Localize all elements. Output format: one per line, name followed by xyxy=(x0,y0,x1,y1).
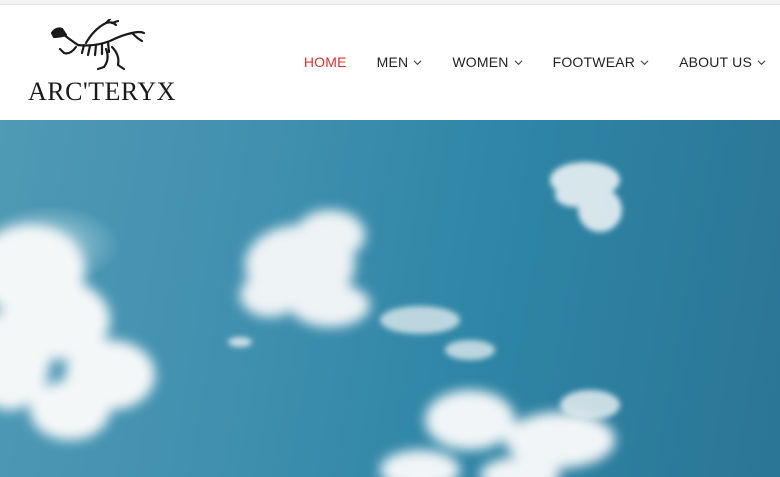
nav-item-label: HOME xyxy=(303,54,347,70)
nav-item-footwear[interactable]: FOOTWEAR xyxy=(553,54,649,70)
brand-wordmark: ARC'TERYX xyxy=(28,77,176,106)
chevron-down-icon xyxy=(640,59,649,65)
nav-item-men[interactable]: MEN xyxy=(377,54,423,70)
nav-item-women[interactable]: WOMEN xyxy=(452,54,523,70)
nav-item-home[interactable]: HOME xyxy=(304,54,347,70)
archaeopteryx-icon xyxy=(50,19,146,71)
nav-item-label: WOMEN xyxy=(452,54,509,70)
brand-logo[interactable]: ARC'TERYX xyxy=(26,19,175,107)
nav-item-about-us[interactable]: ABOUT US xyxy=(679,54,766,70)
chevron-down-icon xyxy=(413,59,422,65)
nav-item-label: FOOTWEAR xyxy=(552,54,636,70)
site-header: ARC'TERYX HOME MEN WOMEN FOOTWEAR ABOUT … xyxy=(0,5,780,120)
nav-item-label: ABOUT US xyxy=(679,54,752,70)
chevron-down-icon xyxy=(757,59,766,65)
nav-item-label: MEN xyxy=(376,54,409,70)
hero-banner xyxy=(0,120,780,477)
sky-clouds-image xyxy=(0,162,622,477)
page: ARC'TERYX HOME MEN WOMEN FOOTWEAR ABOUT … xyxy=(0,0,780,477)
main-nav: HOME MEN WOMEN FOOTWEAR ABOUT US xyxy=(274,52,766,72)
chevron-down-icon xyxy=(514,59,523,65)
